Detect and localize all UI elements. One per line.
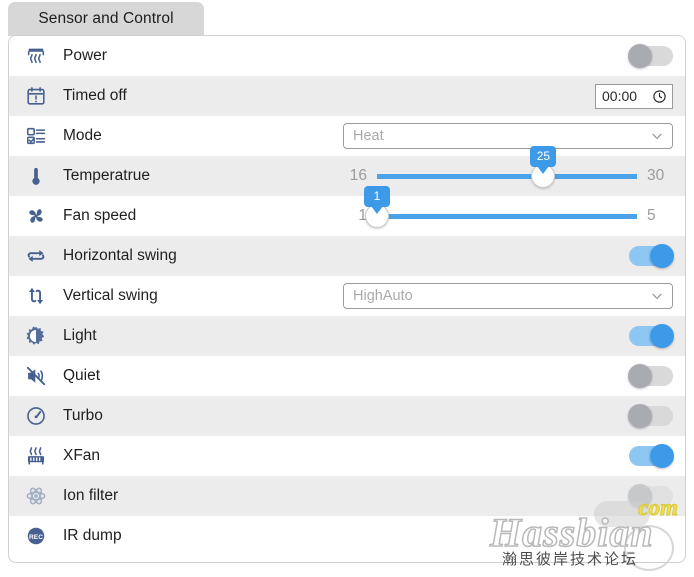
toggle-knob bbox=[628, 44, 652, 68]
slider-min-label: 1 bbox=[358, 207, 367, 224]
row-label-xfan: XFan bbox=[63, 447, 101, 464]
mute-icon bbox=[9, 365, 63, 387]
toggle-ion-filter bbox=[628, 484, 673, 508]
toggle-turbo[interactable] bbox=[628, 404, 673, 428]
toggle-knob bbox=[628, 364, 652, 388]
row-control-timed-off: 00:00 bbox=[127, 76, 685, 116]
row-label-quiet: Quiet bbox=[63, 367, 101, 384]
row-turbo: Turbo bbox=[9, 396, 685, 436]
row-timed-off: Timed off 00:00 bbox=[9, 76, 685, 116]
row-light: Light bbox=[9, 316, 685, 356]
toggle-power[interactable] bbox=[628, 44, 673, 68]
time-input-timed-off[interactable]: 00:00 bbox=[595, 83, 673, 109]
row-fan-speed: Fan speed 1 1 5 bbox=[9, 185, 685, 236]
row-control-xfan bbox=[100, 436, 685, 476]
thermometer-icon bbox=[9, 165, 63, 187]
row-vertical-swing: Vertical swing HighAuto bbox=[9, 276, 685, 316]
select-value: HighAuto bbox=[353, 288, 413, 304]
toggle-knob bbox=[650, 444, 674, 468]
toggle-knob bbox=[650, 324, 674, 348]
chevron-down-icon[interactable] bbox=[650, 289, 664, 303]
horizontal-arrows-icon bbox=[9, 245, 63, 267]
row-label-mode: Mode bbox=[63, 127, 102, 144]
row-label-horizontal-swing: Horizontal swing bbox=[63, 247, 177, 264]
time-value: 00:00 bbox=[602, 88, 638, 104]
tab-label: Sensor and Control bbox=[38, 10, 174, 27]
chevron-down-icon[interactable] bbox=[650, 129, 664, 143]
select-vertical-swing[interactable]: HighAuto bbox=[343, 283, 673, 309]
toggle-horizontal-swing[interactable] bbox=[629, 244, 674, 268]
row-label-temperature: Temperatrue bbox=[63, 167, 151, 184]
calendar-alert-icon bbox=[9, 85, 63, 107]
row-temperature: Temperatrue 16 25 30 bbox=[9, 145, 685, 196]
row-power: Power bbox=[9, 36, 685, 76]
row-ir-dump: REC IR dump bbox=[9, 516, 685, 556]
select-value: Heat bbox=[353, 128, 384, 144]
toggle-light[interactable] bbox=[629, 324, 674, 348]
heater-icon bbox=[9, 45, 63, 67]
slider-value-bubble: 25 bbox=[530, 145, 557, 174]
row-label-light: Light bbox=[63, 327, 97, 344]
row-control-vertical-swing: HighAuto bbox=[158, 276, 685, 316]
row-label-vertical-swing: Vertical swing bbox=[63, 287, 158, 304]
row-label-ir-dump: IR dump bbox=[63, 527, 122, 544]
radiator-icon bbox=[9, 445, 63, 467]
list-checkbox-icon bbox=[9, 125, 63, 147]
atom-icon bbox=[9, 485, 63, 507]
rec-icon: REC bbox=[9, 525, 63, 547]
toggle-knob bbox=[650, 244, 674, 268]
toggle-knob bbox=[628, 404, 652, 428]
row-control-ion-filter bbox=[118, 476, 685, 516]
row-label-turbo: Turbo bbox=[63, 407, 103, 424]
settings-row-list: Power Timed off 00:00 Mode Heat Temperatrue 16… bbox=[9, 36, 685, 556]
slider-track[interactable]: 1 bbox=[364, 185, 637, 228]
row-control-ir-dump bbox=[122, 516, 685, 556]
gauge-icon bbox=[9, 405, 63, 427]
select-mode[interactable]: Heat bbox=[343, 123, 673, 149]
clock-icon[interactable] bbox=[652, 89, 667, 104]
row-ion-filter: Ion filter bbox=[9, 476, 685, 516]
row-xfan: XFan bbox=[9, 436, 685, 476]
svg-text:REC: REC bbox=[29, 534, 43, 541]
slider-fan-speed[interactable]: 11 5 bbox=[136, 185, 673, 228]
toggle-knob bbox=[628, 484, 652, 508]
row-control-fan-speed: 11 5 bbox=[136, 185, 685, 236]
row-mode: Mode Heat bbox=[9, 116, 685, 156]
row-control-temperature: 16 25 30 bbox=[150, 145, 685, 196]
slider-max-label: 5 bbox=[647, 207, 656, 224]
settings-panel: Power Timed off 00:00 Mode Heat Temperatrue 16… bbox=[8, 35, 686, 563]
tab-sensor-and-control[interactable]: Sensor and Control bbox=[8, 2, 204, 36]
slider-value-bubble: 1 bbox=[364, 185, 390, 214]
row-control-mode: Heat bbox=[102, 116, 685, 156]
vertical-arrows-icon bbox=[9, 285, 63, 307]
toggle-xfan[interactable] bbox=[629, 444, 674, 468]
slider-track[interactable]: 25 bbox=[377, 145, 637, 188]
slider-temperature[interactable]: 16 25 30 bbox=[150, 145, 673, 188]
row-control-light bbox=[97, 316, 685, 356]
slider-max-label: 30 bbox=[647, 167, 665, 184]
row-label-ion-filter: Ion filter bbox=[63, 487, 119, 504]
row-control-power bbox=[107, 36, 685, 76]
row-label-power: Power bbox=[63, 47, 107, 64]
fan-icon bbox=[9, 205, 63, 227]
sensor-control-window: Sensor and Control Power Timed off 00:00 Mo… bbox=[0, 0, 694, 577]
toggle-quiet[interactable] bbox=[628, 364, 673, 388]
row-label-timed-off: Timed off bbox=[63, 87, 127, 104]
row-quiet: Quiet bbox=[9, 356, 685, 396]
row-label-fan-speed: Fan speed bbox=[63, 207, 137, 224]
row-control-quiet bbox=[100, 356, 685, 396]
tab-strip: Sensor and Control bbox=[0, 0, 694, 36]
brightness-icon bbox=[9, 325, 63, 347]
row-horizontal-swing: Horizontal swing bbox=[9, 236, 685, 276]
row-control-horizontal-swing bbox=[177, 236, 685, 276]
slider-min-label: 16 bbox=[349, 167, 367, 184]
row-control-turbo bbox=[103, 396, 685, 436]
